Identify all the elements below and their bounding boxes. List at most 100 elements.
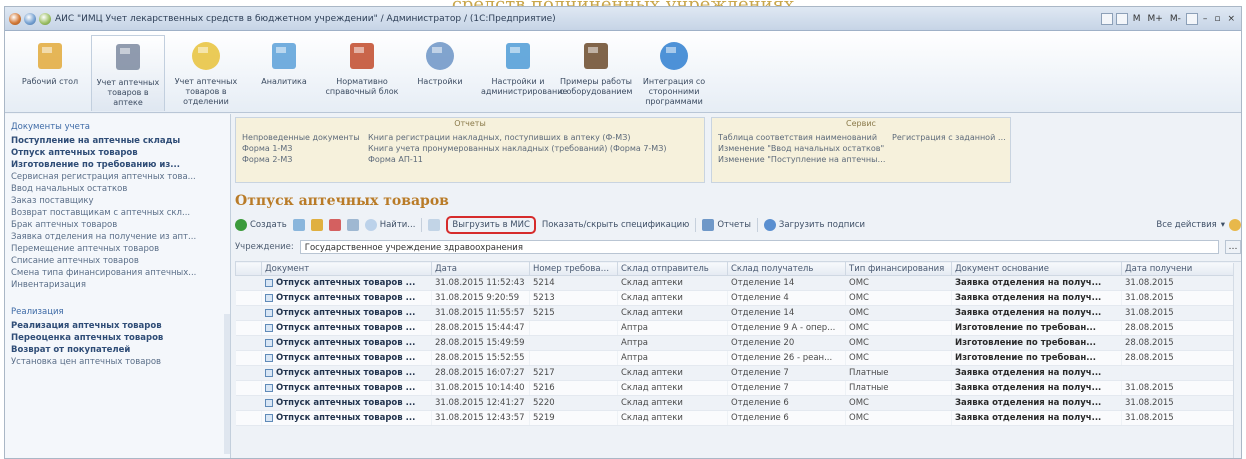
table-cell[interactable]: Отделение 7: [727, 380, 846, 396]
table-row[interactable]: Отпуск аптечных товаров ... 28.08.2015 15…: [235, 335, 1241, 351]
panel-link[interactable]: Непроведенные документы: [242, 132, 362, 143]
table-cell[interactable]: Отпуск аптечных товаров ...: [261, 305, 432, 321]
table-cell[interactable]: Изготовление по требован...: [951, 320, 1122, 336]
table-cell[interactable]: 5216: [529, 380, 618, 396]
table-cell[interactable]: ОМС: [845, 290, 952, 306]
table-cell[interactable]: Отпуск аптечных товаров ...: [261, 395, 432, 411]
delete-icon[interactable]: [328, 219, 341, 231]
panel-link[interactable]: Форма 1-МЗ: [242, 143, 362, 154]
table-row[interactable]: Отпуск аптечных товаров ... 31.08.2015 12…: [235, 395, 1241, 411]
table-cell[interactable]: Изготовление по требован...: [951, 350, 1122, 366]
table-cell[interactable]: Отпуск аптечных товаров ...: [261, 320, 432, 336]
table-row[interactable]: Отпуск аптечных товаров ... 31.08.2015 11…: [235, 305, 1241, 321]
sidebar-item[interactable]: Возврат поставщикам с аптечных скл...: [11, 207, 224, 219]
memory-button[interactable]: M: [1131, 14, 1143, 24]
table-row[interactable]: Отпуск аптечных товаров ... 31.08.2015 9:…: [235, 290, 1241, 306]
panel-link[interactable]: Изменение "Поступление на аптечные склад…: [718, 154, 888, 165]
table-cell[interactable]: Заявка отделения на получ...: [951, 305, 1122, 321]
export-to-mis-button[interactable]: Выгрузить в МИС: [446, 216, 536, 234]
column-header[interactable]: Дата: [431, 261, 530, 276]
ribbon-item[interactable]: Интеграция со сторонними программами: [637, 35, 711, 111]
organization-field[interactable]: Государственное учреждение здравоохранен…: [299, 240, 1219, 254]
table-cell[interactable]: 31.08.2015 10:14:40: [431, 380, 530, 396]
sidebar-item[interactable]: Изготовление по требованию из...: [11, 159, 224, 171]
table-cell[interactable]: 31.08.2015: [1121, 275, 1241, 291]
table-cell[interactable]: Отпуск аптечных товаров ...: [261, 275, 432, 291]
table-cell[interactable]: Склад аптеки: [617, 275, 728, 291]
table-cell[interactable]: Отделение 26 - реан...: [727, 350, 846, 366]
ribbon-item[interactable]: Настройки и администрирование: [481, 35, 567, 111]
ribbon-item[interactable]: Учет аптечных товаров в отделении: [169, 35, 243, 111]
table-cell[interactable]: 28.08.2015 15:44:47: [431, 320, 530, 336]
reports-button[interactable]: Отчеты: [702, 219, 751, 231]
sidebar-item[interactable]: Поступление на аптечные склады: [11, 135, 224, 147]
ribbon-item[interactable]: Рабочий стол: [13, 35, 87, 111]
table-cell[interactable]: ОМС: [845, 335, 952, 351]
back-icon[interactable]: [24, 12, 36, 25]
table-cell[interactable]: 28.08.2015 15:49:59: [431, 335, 530, 351]
panel-link[interactable]: Форма АП-11: [368, 154, 698, 165]
sidebar-item[interactable]: Возврат от покупателей: [11, 344, 224, 356]
panel-link[interactable]: Регистрация с заданной ценой: [892, 132, 1008, 143]
sidebar-item[interactable]: Отпуск аптечных товаров: [11, 147, 224, 159]
all-actions-button[interactable]: Все действия: [1156, 220, 1216, 230]
column-header[interactable]: Дата получени: [1121, 261, 1241, 276]
table-cell[interactable]: Заявка отделения на получ...: [951, 365, 1122, 381]
column-header-marker[interactable]: [235, 261, 262, 276]
toggle-specification-button[interactable]: Показать/скрыть спецификацию: [542, 220, 689, 230]
table-cell[interactable]: 31.08.2015 11:52:43: [431, 275, 530, 291]
table-cell[interactable]: 31.08.2015: [1121, 305, 1241, 321]
table-row[interactable]: Отпуск аптечных товаров ... 31.08.2015 11…: [235, 275, 1241, 291]
table-cell[interactable]: 5219: [529, 410, 618, 426]
ribbon-item[interactable]: Учет аптечных товаров в аптеке: [91, 35, 165, 111]
table-cell[interactable]: 28.08.2015 16:07:27: [431, 365, 530, 381]
edit-icon[interactable]: [310, 219, 323, 231]
column-header[interactable]: Документ основание: [951, 261, 1122, 276]
sidebar-item[interactable]: Реализация аптечных товаров: [11, 320, 224, 332]
chevron-down-icon[interactable]: ▾: [1221, 220, 1225, 230]
table-scrollbar[interactable]: [1233, 263, 1241, 458]
table-cell[interactable]: Отделение 14: [727, 275, 846, 291]
column-header[interactable]: Склад получатель: [727, 261, 846, 276]
ribbon-item[interactable]: Аналитика: [247, 35, 321, 111]
calendar-icon[interactable]: [1115, 12, 1128, 25]
sidebar-item[interactable]: Перемещение аптечных товаров: [11, 243, 224, 255]
copy-icon[interactable]: [292, 219, 305, 231]
table-cell[interactable]: Склад аптеки: [617, 290, 728, 306]
table-cell[interactable]: Отделение 6: [727, 410, 846, 426]
calculator-icon[interactable]: [1100, 12, 1113, 25]
table-cell[interactable]: Аптра: [617, 335, 728, 351]
table-cell[interactable]: Склад аптеки: [617, 380, 728, 396]
table-cell[interactable]: Изготовление по требован...: [951, 335, 1122, 351]
table-cell[interactable]: Отделение 20: [727, 335, 846, 351]
table-cell[interactable]: 31.08.2015 12:41:27: [431, 395, 530, 411]
forward-icon[interactable]: [39, 12, 51, 25]
close-button[interactable]: ×: [1225, 14, 1237, 24]
sidebar-item[interactable]: Ввод начальных остатков: [11, 183, 224, 195]
table-cell[interactable]: [529, 335, 618, 351]
table-row[interactable]: Отпуск аптечных товаров ... 31.08.2015 10…: [235, 380, 1241, 396]
sidebar-heading-sales[interactable]: Реализация: [11, 307, 224, 317]
table-cell[interactable]: Отпуск аптечных товаров ...: [261, 350, 432, 366]
table-cell[interactable]: Платные: [845, 380, 952, 396]
table-cell[interactable]: Склад аптеки: [617, 305, 728, 321]
sidebar-item[interactable]: Заказ поставщику: [11, 195, 224, 207]
table-cell[interactable]: Отделение 14: [727, 305, 846, 321]
ribbon-item[interactable]: Нормативно справочный блок: [325, 35, 399, 111]
table-cell[interactable]: Заявка отделения на получ...: [951, 275, 1122, 291]
table-cell[interactable]: 28.08.2015: [1121, 350, 1241, 366]
table-cell[interactable]: Аптра: [617, 320, 728, 336]
table-cell[interactable]: 28.08.2015: [1121, 335, 1241, 351]
panel-link[interactable]: Книга регистрации накладных, поступивших…: [368, 132, 698, 143]
column-header[interactable]: Документ: [261, 261, 432, 276]
cancel-search-icon[interactable]: [428, 219, 441, 231]
sidebar-item[interactable]: Заявка отделения на получение из апт...: [11, 231, 224, 243]
minimize-button[interactable]: –: [1201, 14, 1210, 24]
table-cell[interactable]: 5220: [529, 395, 618, 411]
maximize-button[interactable]: ▫: [1212, 14, 1222, 24]
table-cell[interactable]: 31.08.2015: [1121, 410, 1241, 426]
table-cell[interactable]: 31.08.2015 9:20:59: [431, 290, 530, 306]
column-header[interactable]: Склад отправитель: [617, 261, 728, 276]
table-cell[interactable]: [1121, 365, 1241, 381]
panel-link[interactable]: Таблица соответствия наименований: [718, 132, 888, 143]
